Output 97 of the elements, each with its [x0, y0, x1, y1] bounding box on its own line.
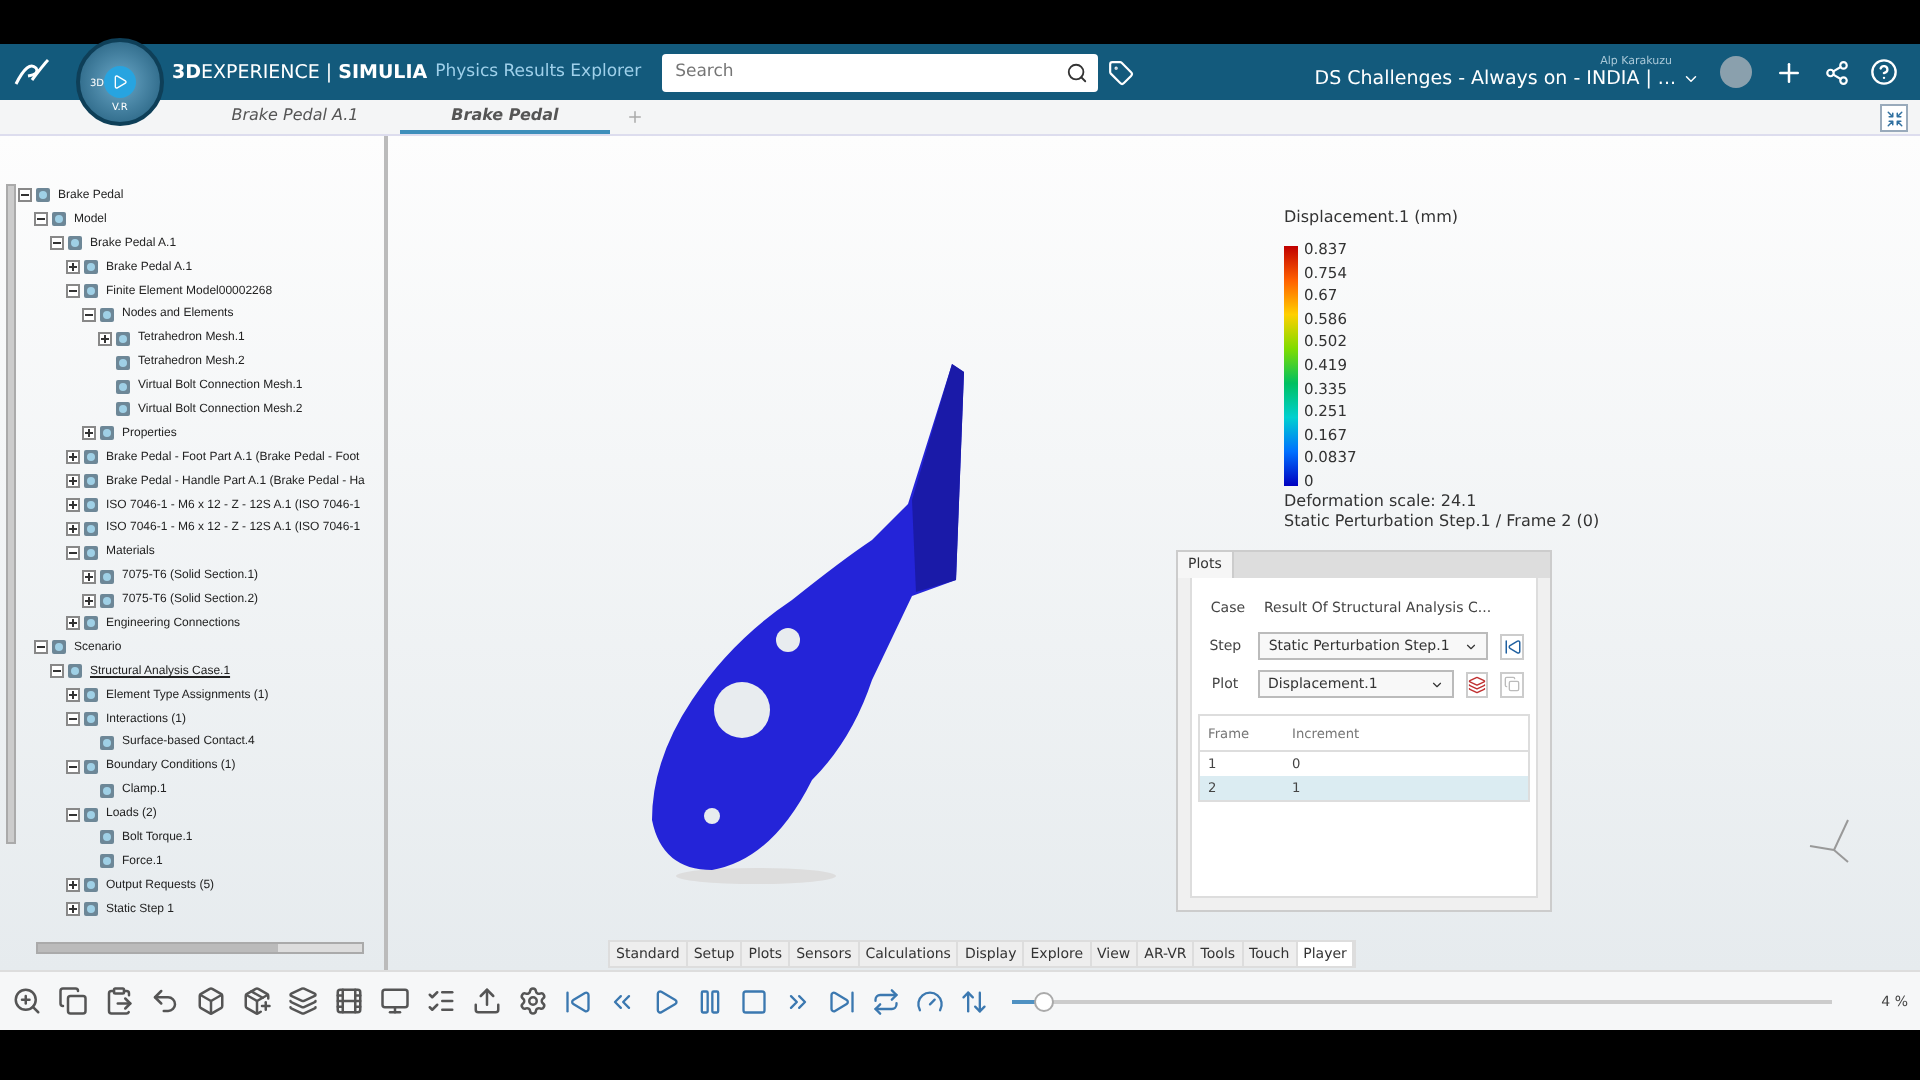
copy-icon[interactable] [58, 986, 88, 1016]
shrink-button[interactable] [1880, 104, 1908, 132]
tree-node-icon [82, 543, 100, 562]
layers-icon[interactable] [288, 986, 318, 1016]
tree-node-icon [82, 876, 100, 895]
tree-node-icon [82, 472, 100, 491]
tree-node-icon [98, 828, 116, 847]
expand-toggle[interactable] [66, 688, 80, 703]
tree-node-icon [82, 448, 100, 467]
collapse-toggle[interactable] [66, 284, 80, 298]
expand-toggle[interactable] [66, 450, 80, 465]
expand-toggle[interactable] [98, 331, 112, 346]
zoom-icon[interactable] [12, 986, 42, 1016]
scrollbar[interactable] [6, 184, 16, 844]
collapse-toggle[interactable] [66, 807, 80, 822]
cube-icon[interactable] [196, 986, 226, 1016]
skip-back-icon[interactable] [564, 987, 592, 1015]
tree-node-icon [82, 496, 100, 515]
expand-toggle[interactable] [66, 902, 80, 917]
tree-node-icon [34, 186, 52, 205]
tree-node-icon [66, 662, 84, 681]
tree-node-icon [66, 234, 84, 253]
chevron-down-icon [1429, 677, 1444, 691]
play-icon [112, 74, 128, 90]
expand-toggle[interactable] [66, 521, 80, 536]
collapse-toggle[interactable] [34, 640, 48, 655]
expand-toggle[interactable] [66, 616, 80, 631]
legend-note: Deformation scale: 24.1 [1284, 492, 1479, 510]
tree-node-icon [114, 329, 132, 348]
tree-node-icon [98, 567, 116, 586]
tree-node-icon [98, 305, 116, 324]
skip-forward-icon[interactable] [828, 987, 856, 1015]
tree-node-icon [114, 377, 132, 396]
tag-icon[interactable] [1107, 59, 1134, 85]
help-icon[interactable] [1870, 58, 1898, 86]
search-icon[interactable] [1065, 61, 1088, 83]
repeat-icon[interactable] [872, 987, 900, 1015]
tree-node-icon [82, 686, 100, 705]
undo-icon[interactable] [150, 986, 180, 1016]
tree-node-icon [98, 781, 116, 800]
app-title: 3DEXPERIENCE | SIMULIA [172, 61, 428, 83]
slider-thumb[interactable] [1034, 991, 1055, 1011]
tree-node-icon [82, 805, 100, 824]
space-selector[interactable]: DS Challenges - Always on - INDIA | ... [1314, 67, 1700, 89]
monitor-icon[interactable] [380, 986, 410, 1016]
gauge-icon[interactable] [916, 987, 944, 1015]
tree-node-icon [82, 614, 100, 633]
chevron-down-icon [1464, 639, 1479, 653]
tree-node-icon [98, 733, 116, 752]
tree-node-icon [98, 591, 116, 610]
tree-node-icon [82, 282, 100, 300]
skip-button[interactable] [1500, 633, 1524, 659]
scrollbar[interactable] [36, 942, 364, 954]
checklist-icon[interactable] [426, 986, 456, 1016]
collapse-toggle[interactable] [50, 236, 64, 251]
tree-node-icon [82, 519, 100, 538]
app-name: Physics Results Explorer [435, 62, 642, 82]
expand-toggle[interactable] [82, 593, 96, 608]
expand-toggle[interactable] [82, 569, 96, 584]
tree-node-icon [82, 757, 100, 776]
avatar[interactable] [1720, 56, 1752, 88]
expand-toggle[interactable] [66, 260, 80, 275]
collapse-toggle[interactable] [82, 307, 96, 322]
search-field[interactable]: Search [661, 53, 1098, 91]
tree-node-icon [50, 638, 68, 657]
collapse-toggle[interactable] [66, 545, 80, 560]
plus-icon[interactable] [1774, 57, 1804, 87]
collapse-toggle[interactable] [66, 759, 80, 774]
expand-toggle[interactable] [66, 498, 80, 513]
logo-icon[interactable] [12, 56, 52, 88]
document-tab[interactable]: Brake Pedal A.1 [190, 106, 400, 134]
settings-icon[interactable] [518, 986, 548, 1016]
tree-node-icon [114, 353, 132, 372]
pause-icon[interactable] [696, 987, 724, 1015]
upload-icon[interactable] [472, 986, 502, 1016]
legend-note: Static Perturbation Step.1 / Frame 2 (0) [1284, 512, 1600, 530]
collapse-toggle[interactable] [66, 712, 80, 727]
legend-title: Displacement.1 (mm) [1284, 208, 1460, 226]
tree-node-icon [98, 852, 116, 871]
stop-icon[interactable] [740, 987, 768, 1015]
expand-toggle[interactable] [66, 878, 80, 893]
collapse-toggle[interactable] [18, 188, 32, 203]
collapse-toggle[interactable] [50, 664, 64, 679]
up-down-arrows-icon[interactable] [960, 987, 988, 1015]
paste-icon[interactable] [104, 986, 134, 1016]
tree-node-icon [82, 258, 100, 277]
expand-toggle[interactable] [66, 474, 80, 489]
expand-toggle[interactable] [82, 426, 96, 441]
collapse-toggle[interactable] [34, 212, 48, 227]
tree-node-icon [82, 900, 100, 919]
plot-settings-button[interactable] [1465, 671, 1489, 697]
share-icon[interactable] [1824, 59, 1850, 85]
tree-node-icon [98, 424, 116, 443]
film-icon[interactable] [334, 986, 364, 1016]
tree-node-icon [50, 210, 68, 229]
tree-node-icon [82, 710, 100, 729]
tree-node-icon [114, 400, 132, 419]
